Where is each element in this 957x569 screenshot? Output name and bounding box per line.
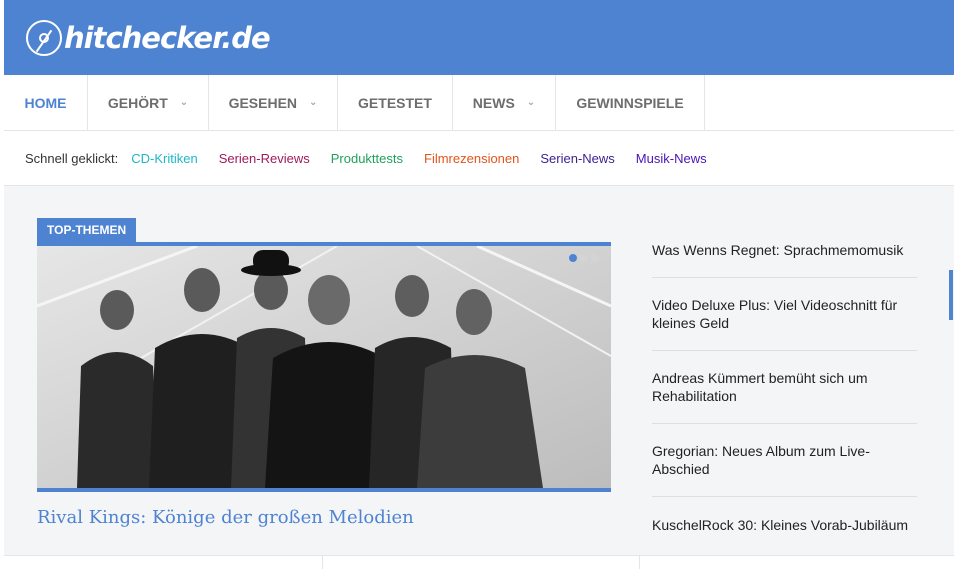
disc-icon [26, 20, 62, 56]
carousel-dot[interactable] [569, 254, 577, 262]
nav-item-home[interactable]: HOME [4, 75, 88, 130]
quick-link-cd-kritiken[interactable]: CD-Kritiken [131, 151, 197, 166]
featured-title[interactable]: Rival Kings: Könige der großen Melodien [37, 507, 414, 528]
band-photo [37, 246, 611, 488]
top-themen-list: Was Wenns Regnet: Sprachmemomusik Video … [652, 222, 917, 553]
carousel-dot[interactable] [591, 254, 599, 262]
quick-links-bar: Schnell geklickt: CD-Kritiken Serien-Rev… [4, 131, 954, 186]
divider [639, 556, 640, 569]
nav-item-label: GESEHEN [228, 94, 298, 111]
carousel-dots [569, 254, 599, 262]
list-item[interactable]: Gregorian: Neues Album zum Live-Abschied [652, 424, 917, 497]
site-header: hitchecker.de [4, 0, 954, 75]
nav-item-gewinnspiele[interactable]: GEWINNSPIELE [556, 75, 705, 130]
list-item[interactable]: Was Wenns Regnet: Sprachmemomusik [652, 222, 917, 278]
bottom-content-row [4, 555, 954, 569]
quick-link-musik-news[interactable]: Musik-News [636, 151, 707, 166]
nav-item-getestet[interactable]: GETESTET [338, 75, 453, 130]
quick-link-serien-news[interactable]: Serien-News [540, 151, 614, 166]
list-item[interactable]: KuschelRock 30: Kleines Vorab-Jubiläum [652, 497, 917, 553]
list-item[interactable]: Video Deluxe Plus: Viel Videoschnitt für… [652, 278, 917, 351]
quick-links-label: Schnell geklickt: [25, 150, 119, 166]
chevron-down-icon: ⌄ [526, 97, 536, 108]
list-item-label: Andreas Kümmert bemüht sich um Rehabilit… [652, 370, 868, 404]
nav-item-label: GETESTET [358, 94, 432, 111]
top-themen-badge: TOP-THEMEN [37, 218, 137, 242]
main-nav: HOME GEHÖRT ⌄ GESEHEN ⌄ GETESTET NEWS ⌄ … [4, 75, 954, 131]
scrollbar-thumb[interactable] [949, 270, 953, 320]
quick-link-produkttests[interactable]: Produkttests [331, 151, 403, 166]
nav-item-gehoert[interactable]: GEHÖRT ⌄ [88, 75, 209, 130]
nav-item-gesehen[interactable]: GESEHEN ⌄ [209, 75, 338, 130]
nav-item-news[interactable]: NEWS ⌄ [453, 75, 556, 130]
featured-image[interactable] [37, 242, 611, 492]
list-item[interactable]: Andreas Kümmert bemüht sich um Rehabilit… [652, 351, 917, 424]
chevron-down-icon: ⌄ [309, 97, 318, 108]
list-item-label: Video Deluxe Plus: Viel Videoschnitt für… [652, 297, 898, 331]
carousel-dot[interactable] [580, 254, 588, 262]
quick-link-filmrezensionen[interactable]: Filmrezensionen [424, 151, 519, 166]
nav-item-label: GEWINNSPIELE [576, 94, 684, 111]
list-item-label: KuschelRock 30: Kleines Vorab-Jubiläum [652, 517, 909, 533]
page-frame: hitchecker.de HOME GEHÖRT ⌄ GESEHEN ⌄ GE… [4, 0, 954, 569]
divider [322, 556, 323, 569]
nav-item-label: NEWS [472, 94, 515, 111]
nav-item-label: HOME [24, 94, 67, 111]
chevron-down-icon: ⌄ [179, 97, 189, 108]
list-item-label: Was Wenns Regnet: Sprachmemomusik [652, 241, 904, 258]
site-logo[interactable]: hitchecker.de [26, 14, 271, 62]
quick-link-serien-reviews[interactable]: Serien-Reviews [219, 151, 310, 166]
logo-text: hitchecker.de [64, 21, 271, 55]
list-item-label: Gregorian: Neues Album zum Live-Abschied [652, 443, 870, 477]
nav-item-label: GEHÖRT [107, 94, 168, 111]
